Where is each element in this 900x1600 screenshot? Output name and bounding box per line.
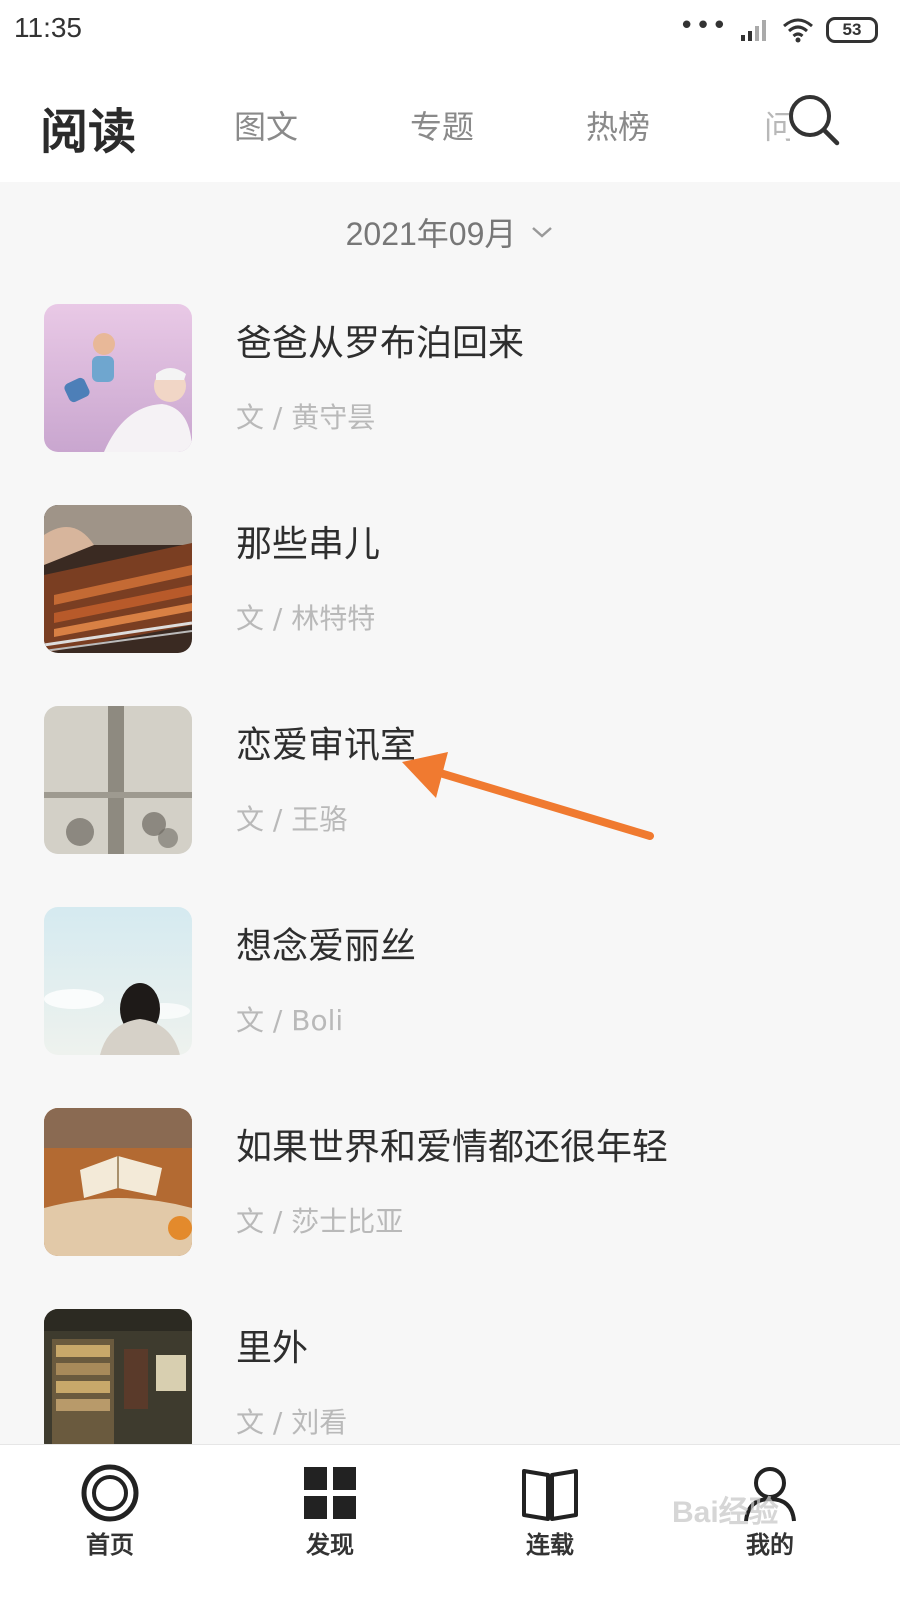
list-item[interactable]: 里外 文 / 刘看 xyxy=(0,1309,900,1459)
grid-icon xyxy=(304,1467,356,1519)
article-author: 文 / 莎士比亚 xyxy=(236,1205,404,1238)
watermark: Bai经验 xyxy=(672,1496,779,1529)
page-title: 阅读 xyxy=(40,104,137,160)
article-author: 文 / Boli xyxy=(236,1004,344,1037)
nav-label: 连载 xyxy=(526,1531,574,1559)
list-item[interactable]: 爸爸从罗布泊回来 文 / 黄守昙 xyxy=(0,304,900,454)
nav-label: 发现 xyxy=(306,1531,354,1559)
nav-discover[interactable]: 发现 xyxy=(250,1445,410,1600)
signal-dots-icon: ••• xyxy=(678,11,728,41)
top-header: 阅读 图文 专题 热榜 问 xyxy=(0,60,900,182)
date-selector[interactable]: 2021年09月 xyxy=(0,206,900,258)
article-thumbnail xyxy=(44,505,192,653)
wifi-icon xyxy=(783,18,813,43)
status-bar: 11:35 ••• 53 xyxy=(0,0,900,60)
article-thumbnail xyxy=(44,1108,192,1256)
annotation-arrow xyxy=(402,752,654,840)
article-author: 文 / 王骆 xyxy=(236,803,348,836)
list-item[interactable]: 那些串儿 文 / 林特特 xyxy=(0,505,900,655)
article-thumbnail xyxy=(44,907,192,1055)
article-author: 文 / 刘看 xyxy=(236,1406,348,1439)
bottom-nav: 首页 发现 连载 我的 Bai经验 xyxy=(0,1444,900,1600)
nav-serial[interactable]: 连载 xyxy=(470,1445,630,1600)
date-label: 2021年09月 xyxy=(345,216,517,252)
article-thumbnail xyxy=(44,304,192,452)
list-item[interactable]: 想念爱丽丝 文 / Boli xyxy=(0,907,900,1057)
article-title: 如果世界和爱情都还很年轻 xyxy=(236,1127,669,1168)
article-author: 文 / 黄守昙 xyxy=(236,401,376,434)
article-title: 那些串儿 xyxy=(236,524,381,565)
cell-signal-icon xyxy=(741,20,766,41)
article-thumbnail xyxy=(44,1309,192,1457)
status-time: 11:35 xyxy=(14,12,82,43)
chevron-down-icon xyxy=(532,227,553,238)
tab-zhuanti[interactable]: 专题 xyxy=(410,102,474,148)
nav-label: 首页 xyxy=(86,1531,134,1559)
article-title: 想念爱丽丝 xyxy=(236,926,417,967)
battery-level: 53 xyxy=(842,20,862,39)
article-title: 恋爱审讯室 xyxy=(236,725,417,766)
battery-icon: 53 xyxy=(826,17,878,43)
tab-tuwen[interactable]: 图文 xyxy=(234,102,298,148)
tab-rebang[interactable]: 热榜 xyxy=(586,102,650,148)
article-title: 爸爸从罗布泊回来 xyxy=(236,323,525,364)
home-circle-icon xyxy=(81,1464,139,1522)
search-icon[interactable] xyxy=(786,92,842,148)
article-thumbnail xyxy=(44,706,192,854)
book-icon xyxy=(522,1469,578,1521)
article-author: 文 / 林特特 xyxy=(236,602,376,635)
list-item[interactable]: 如果世界和爱情都还很年轻 文 / 莎士比亚 xyxy=(0,1108,900,1258)
article-title: 里外 xyxy=(236,1328,309,1369)
nav-home[interactable]: 首页 xyxy=(30,1445,190,1600)
status-icons: ••• 53 xyxy=(678,11,878,46)
